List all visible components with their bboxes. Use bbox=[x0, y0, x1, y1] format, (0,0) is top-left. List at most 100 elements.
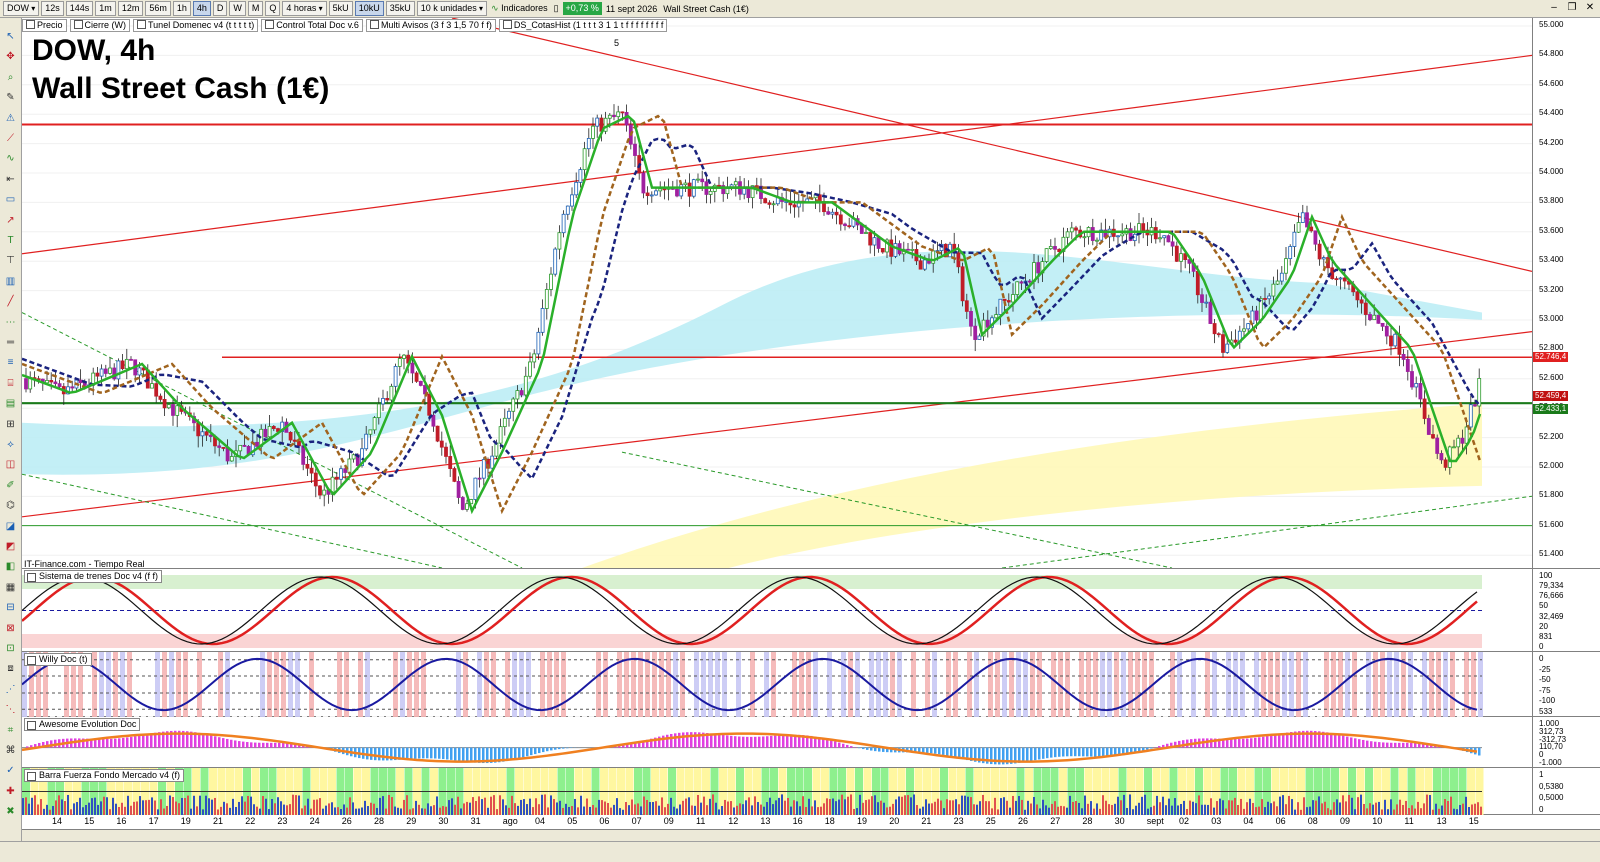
checkbox-icon[interactable] bbox=[26, 20, 35, 29]
awesome-panel[interactable]: Awesome Evolution Doc bbox=[22, 717, 1532, 768]
period-button-1h[interactable]: 1h bbox=[173, 1, 191, 16]
bars-icon[interactable]: ▥ bbox=[3, 275, 18, 289]
diagonal-icon[interactable]: ╱ bbox=[3, 295, 18, 309]
grid-icon[interactable]: ▤ bbox=[3, 397, 18, 411]
magnet-icon[interactable]: ⧈ bbox=[3, 662, 18, 676]
awesome-bar bbox=[878, 748, 881, 752]
trenes-panel[interactable]: Sistema de trenes Doc v4 (f f) bbox=[22, 569, 1532, 652]
period-button-56m[interactable]: 56m bbox=[145, 1, 171, 16]
check-icon[interactable]: ✓ bbox=[3, 764, 18, 778]
indicators-button[interactable]: ∿ Indicadores bbox=[489, 3, 550, 14]
awesome-bar bbox=[1270, 735, 1273, 747]
checkbox-icon[interactable] bbox=[74, 20, 83, 29]
indicator-canvas[interactable] bbox=[22, 569, 1532, 652]
close-icon[interactable]: ✕ bbox=[1584, 2, 1596, 14]
fuerza-bar bbox=[316, 800, 318, 815]
hline-icon[interactable]: ═ bbox=[3, 336, 18, 350]
restore-icon[interactable]: ❐ bbox=[1566, 2, 1578, 14]
cursor-icon[interactable]: ↖ bbox=[3, 30, 18, 44]
fuerza-bar bbox=[694, 806, 696, 815]
fan-icon[interactable]: ⋰ bbox=[3, 683, 18, 697]
tline-icon[interactable]: ⊤ bbox=[3, 254, 18, 268]
pattern-icon[interactable]: ▦ bbox=[3, 581, 18, 595]
period-button-Q[interactable]: Q bbox=[265, 1, 280, 16]
text-icon[interactable]: T bbox=[3, 234, 18, 248]
horizontal-scrollbar[interactable] bbox=[22, 830, 1600, 841]
triangle-icon[interactable]: ◩ bbox=[3, 540, 18, 554]
crosshair-icon[interactable]: ✥ bbox=[3, 50, 18, 64]
study-chip[interactable]: Tunel Domenec v4 (t t t t t) bbox=[133, 19, 258, 32]
fib-icon[interactable]: ⌸ bbox=[3, 377, 18, 391]
candle-body bbox=[1201, 295, 1204, 303]
pencil-icon[interactable]: ✎ bbox=[3, 91, 18, 105]
close-icon[interactable]: ✖ bbox=[3, 805, 18, 819]
channel-icon[interactable]: ≡ bbox=[3, 356, 18, 370]
period-button-144s[interactable]: 144s bbox=[66, 1, 94, 16]
symbol-selector[interactable]: DOW bbox=[3, 1, 39, 16]
hide-icon[interactable]: ⊟ bbox=[3, 601, 18, 615]
unit-button-35kU[interactable]: 35kU bbox=[386, 1, 415, 16]
rectangle-icon[interactable]: ▭ bbox=[3, 193, 18, 207]
unit-button-10kU[interactable]: 10kU bbox=[355, 1, 384, 16]
delete-icon[interactable]: ⊠ bbox=[3, 622, 18, 636]
indicator-canvas[interactable] bbox=[22, 768, 1532, 815]
period-button-12m[interactable]: 12m bbox=[118, 1, 144, 16]
alert-icon[interactable]: ⚠ bbox=[3, 112, 18, 126]
fuerza-bar bbox=[1351, 798, 1353, 815]
study-chip[interactable]: Precio bbox=[22, 19, 67, 32]
square-icon[interactable]: ◧ bbox=[3, 560, 18, 574]
awesome-bar bbox=[1050, 748, 1053, 758]
checkbox-icon[interactable] bbox=[503, 20, 512, 29]
study-chip[interactable]: Cierre (W) bbox=[70, 19, 131, 32]
fuerza-panel[interactable]: Barra Fuerza Fondo Mercado v4 (f) bbox=[22, 768, 1532, 815]
fuerza-bar bbox=[1045, 805, 1047, 815]
checkbox-icon[interactable] bbox=[370, 20, 379, 29]
gann-icon[interactable]: ⊞ bbox=[3, 418, 18, 432]
dots-icon[interactable]: ⋯ bbox=[3, 316, 18, 330]
ellipse-icon[interactable]: ◪ bbox=[3, 520, 18, 534]
period-button-12s[interactable]: 12s bbox=[41, 1, 64, 16]
measure-icon[interactable]: ⌗ bbox=[3, 724, 18, 738]
willy-bar bbox=[288, 652, 293, 717]
study-chip[interactable]: Multi Avisos (3 f 3 1,5 70 f f) bbox=[366, 19, 496, 32]
arrow-icon[interactable]: ↗ bbox=[3, 214, 18, 228]
timeframe-select[interactable]: 4 horas bbox=[282, 1, 326, 16]
box-icon[interactable]: ◫ bbox=[3, 458, 18, 472]
willy-bar bbox=[351, 652, 356, 717]
arc-icon[interactable]: ⋱ bbox=[3, 703, 18, 717]
study-chip[interactable]: DS_CotasHist (1 t t t 3 1 1 t f f f f f … bbox=[499, 19, 668, 32]
pitchfork-icon[interactable]: ⟡ bbox=[3, 438, 18, 452]
wave-icon[interactable]: ∿ bbox=[3, 152, 18, 166]
price-axis[interactable]: 55.00054.80054.60054.40054.20054.00053.8… bbox=[1532, 18, 1600, 569]
candle-body bbox=[1058, 249, 1061, 251]
indicator-canvas[interactable] bbox=[22, 652, 1532, 717]
lock-icon[interactable]: ⊡ bbox=[3, 642, 18, 656]
cycles-icon[interactable]: ⌬ bbox=[3, 499, 18, 513]
willy-panel[interactable]: Willy Doc (t) bbox=[22, 652, 1532, 717]
checkbox-icon[interactable] bbox=[137, 20, 146, 29]
info-icon[interactable]: ▯ bbox=[552, 3, 561, 14]
price-tick: 54.200 bbox=[1539, 138, 1563, 147]
period-button-M[interactable]: M bbox=[248, 1, 264, 16]
study-chip[interactable]: Control Total Doc v.6 bbox=[261, 19, 363, 32]
date-axis[interactable]: 1415161719212223242628293031ago040506070… bbox=[22, 815, 1600, 830]
candle-body bbox=[96, 373, 99, 376]
ray-icon[interactable]: ⇤ bbox=[3, 173, 18, 187]
brush-icon[interactable]: ✐ bbox=[3, 479, 18, 493]
cmd-icon[interactable]: ⌘ bbox=[3, 744, 18, 758]
period-button-W[interactable]: W bbox=[229, 1, 246, 16]
contracts-select[interactable]: 10 k unidades bbox=[417, 1, 487, 16]
period-button-D[interactable]: D bbox=[213, 1, 228, 16]
plus-icon[interactable]: ✚ bbox=[3, 785, 18, 799]
period-button-4h[interactable]: 4h bbox=[193, 1, 211, 16]
indicator-canvas[interactable] bbox=[22, 717, 1532, 768]
fuerza-bar bbox=[1357, 797, 1359, 815]
trendline-icon[interactable]: ⟋ bbox=[3, 132, 18, 146]
awesome-bar bbox=[1402, 743, 1405, 748]
minimize-icon[interactable]: – bbox=[1548, 2, 1560, 14]
zoom-icon[interactable]: ⌕ bbox=[3, 71, 18, 85]
checkbox-icon[interactable] bbox=[265, 20, 274, 29]
period-button-1m[interactable]: 1m bbox=[95, 1, 116, 16]
willy-bar bbox=[316, 652, 321, 717]
unit-button-5kU[interactable]: 5kU bbox=[329, 1, 353, 16]
